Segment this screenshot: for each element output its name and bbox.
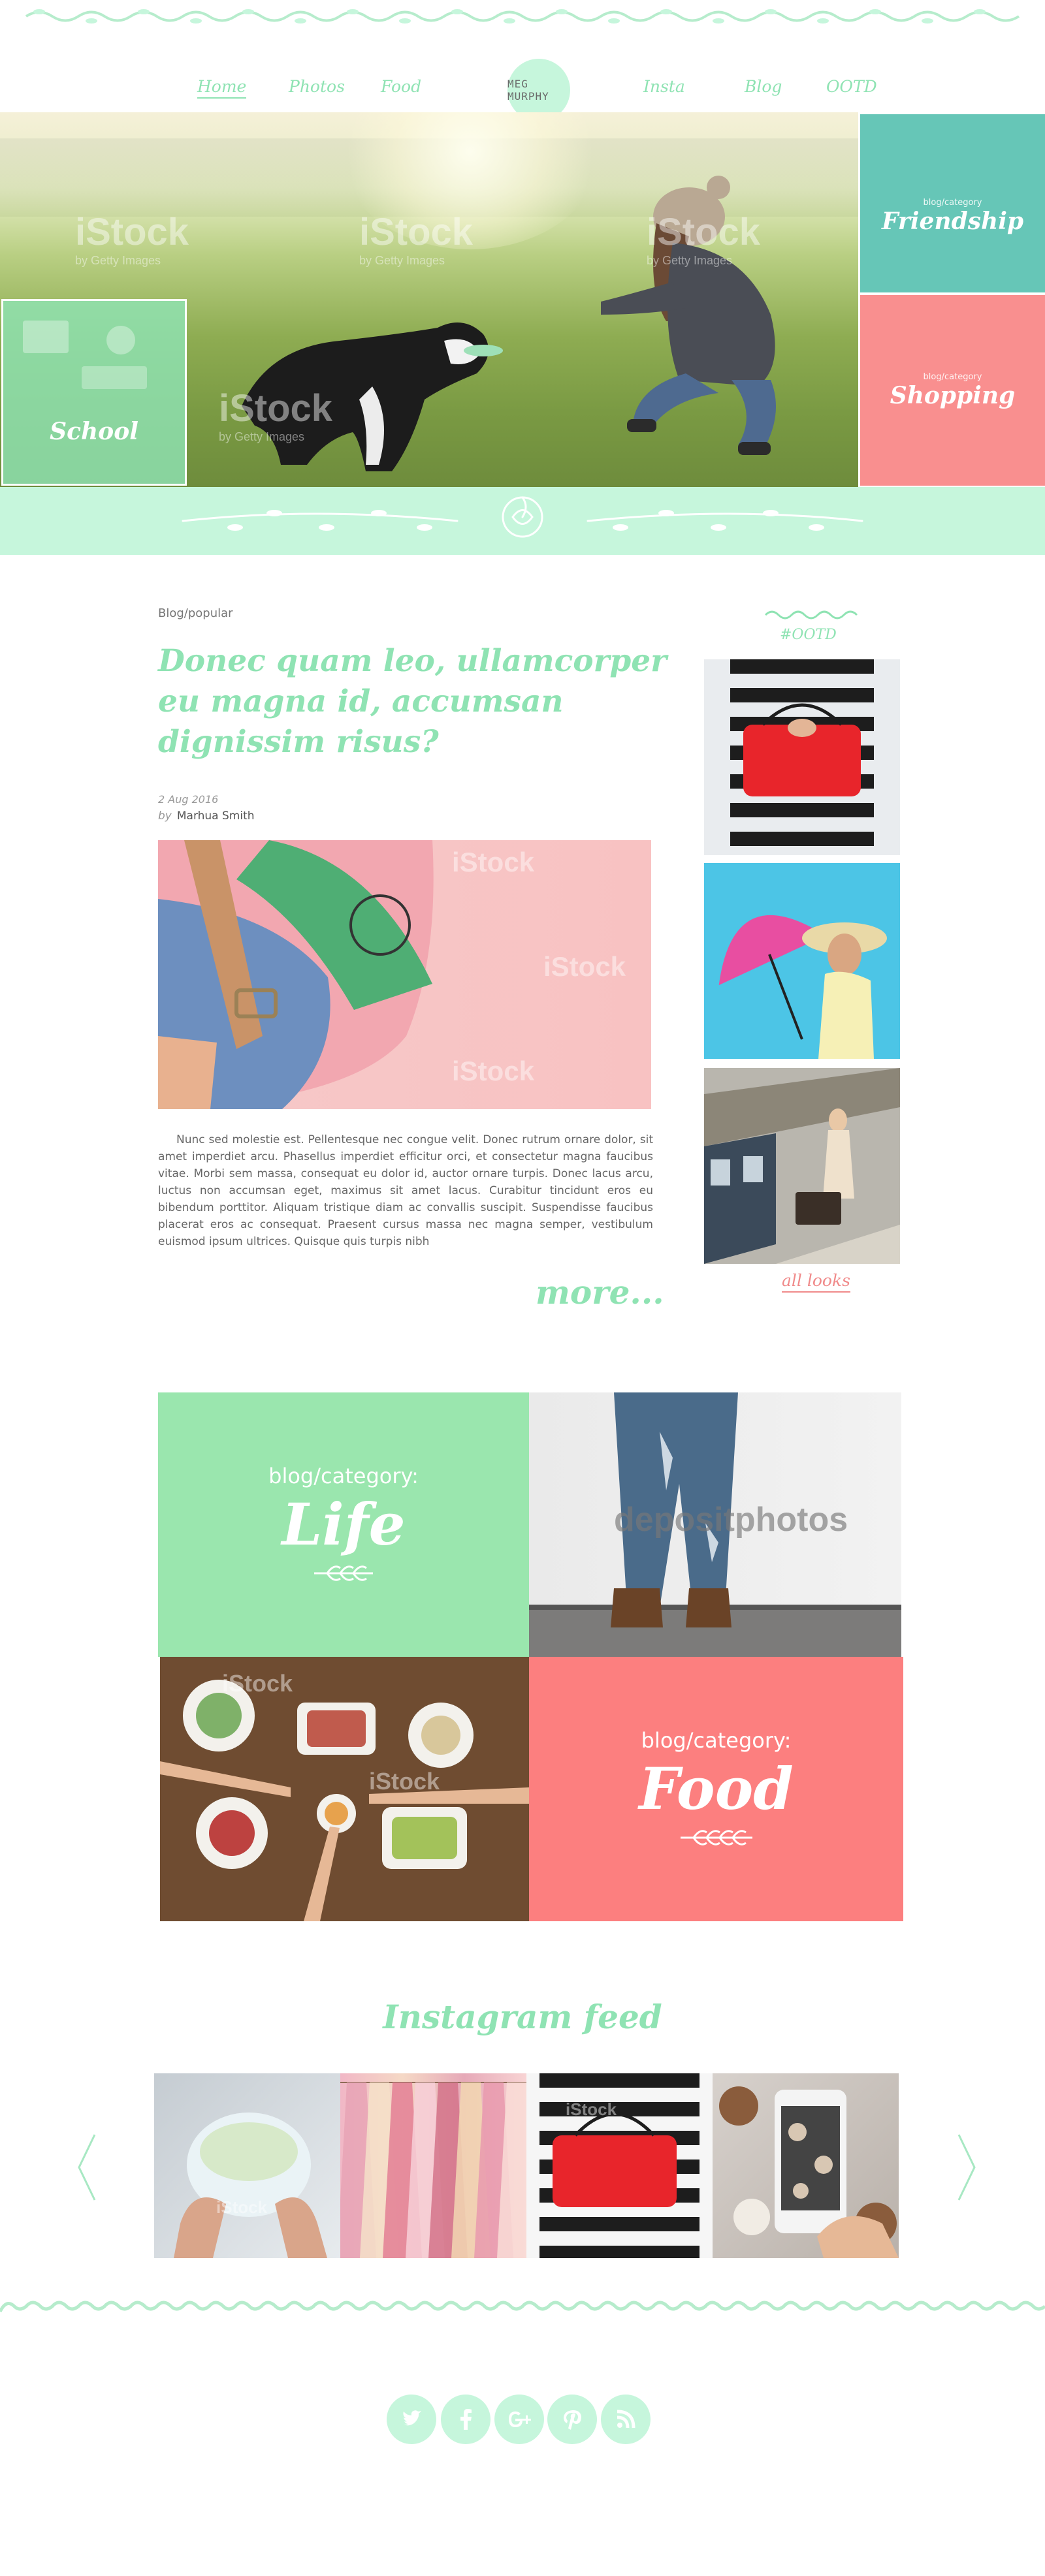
ootd-look-3[interactable]	[704, 1068, 900, 1264]
tile-friendship[interactable]: blog/category Friendship	[860, 114, 1045, 292]
article-image[interactable]: iStock iStock iStock	[158, 840, 651, 1109]
table-watermark-1: iStock	[222, 1670, 293, 1697]
tile-friendship-category: blog/category	[923, 198, 982, 208]
instagram-photo-2[interactable]	[340, 2073, 526, 2258]
tile-shopping[interactable]: blog/category Shopping	[860, 295, 1045, 486]
instagram-title: Instagram feed	[383, 1998, 662, 2036]
top-vine-border	[25, 9, 1020, 24]
striped-dress-illustration	[704, 659, 900, 855]
tile-school-title: School	[50, 418, 138, 445]
category-food-label: blog/category:	[641, 1727, 792, 1753]
category-food-title: Food	[639, 1754, 794, 1823]
article-date: 2 Aug 2016	[158, 793, 219, 806]
instagram-photo-1[interactable]: iStock	[154, 2073, 340, 2258]
hero-section: iStock by Getty Images iStock by Getty Ima…	[0, 112, 1045, 487]
hero-watermark-2: iStock by Getty Images	[359, 211, 474, 267]
pinterest-icon[interactable]	[547, 2395, 597, 2444]
insta-watermark-1: iStock	[216, 2197, 268, 2217]
ootd-label: #OOTD	[780, 627, 837, 643]
bottom-wave-border	[0, 2301, 1045, 2313]
article-title[interactable]: Donec quam leo, ullamcorper eu magna id,…	[158, 641, 667, 762]
category-food[interactable]: blog/category: Food	[529, 1657, 903, 1921]
leaf-ornament-icon	[314, 1565, 373, 1581]
article-watermark-1: iStock	[452, 847, 535, 877]
all-looks-link[interactable]: all looks	[782, 1271, 850, 1293]
instagram-photo-3[interactable]: iStock	[526, 2073, 713, 2258]
hero-watermark-3: iStock by Getty Images	[647, 211, 761, 267]
table-watermark-2: iStock	[369, 1768, 440, 1795]
read-more-link[interactable]: more...	[536, 1273, 664, 1312]
byline-prefix: by	[158, 809, 172, 823]
logo-text: MEG MURPHY	[507, 78, 549, 102]
twitter-icon[interactable]	[387, 2395, 436, 2444]
rss-icon[interactable]	[601, 2395, 651, 2444]
floral-ornament	[182, 496, 863, 538]
tile-shopping-category: blog/category	[923, 371, 982, 382]
category-life[interactable]: blog/category: Life	[158, 1392, 529, 1657]
tea-cup-illustration	[174, 2113, 327, 2258]
phone-coffee-illustration	[719, 2086, 899, 2258]
tile-shopping-title: Shopping	[890, 381, 1016, 409]
google-plus-icon[interactable]	[494, 2395, 544, 2444]
nav-food[interactable]: Food	[381, 77, 421, 96]
leaf-ornament-icon	[680, 1829, 752, 1846]
facebook-icon[interactable]	[441, 2395, 490, 2444]
article-body: Nunc sed molestie est. Pellentesque nec …	[158, 1133, 653, 1248]
category-jeans-photo[interactable]: depositphotos	[529, 1392, 901, 1657]
category-life-title: Life	[281, 1490, 406, 1558]
article-byline: by Marhua Smith	[158, 809, 255, 823]
red-bag-illustration	[526, 2073, 713, 2258]
dog-illustration	[242, 322, 503, 471]
train-station-illustration	[704, 1068, 900, 1264]
article-author[interactable]: Marhua Smith	[177, 809, 255, 823]
school-desk-illustration	[23, 321, 147, 389]
pink-umbrella-illustration	[704, 863, 900, 1059]
carousel-prev-icon[interactable]	[75, 2131, 99, 2203]
instagram-photo-4[interactable]	[713, 2073, 899, 2258]
category-table-photo[interactable]: iStock iStock	[160, 1657, 529, 1921]
article-watermark-2: iStock	[543, 951, 626, 982]
carousel-next-icon[interactable]	[955, 2131, 978, 2203]
floral-band	[0, 487, 1045, 555]
jeans-watermark: depositphotos	[614, 1501, 848, 1539]
nav-photos[interactable]: Photos	[289, 77, 345, 96]
category-life-label: blog/category:	[268, 1463, 419, 1488]
ootd-look-1[interactable]	[704, 659, 900, 855]
nav-ootd[interactable]: OOTD	[826, 77, 877, 96]
dress-rack-illustration	[340, 2082, 526, 2258]
nav-insta[interactable]: Insta	[643, 77, 685, 96]
breadcrumb[interactable]: Blog/popular	[158, 606, 233, 620]
nav-home[interactable]: Home	[197, 77, 247, 99]
insta-watermark-3: iStock	[566, 2099, 617, 2119]
article-watermark-3: iStock	[452, 1056, 535, 1086]
ootd-wave-ornament	[764, 610, 858, 620]
nav-blog[interactable]: Blog	[745, 77, 782, 96]
tile-school[interactable]: School	[1, 299, 187, 486]
tile-friendship-title: Friendship	[881, 208, 1024, 235]
dinner-table-illustration	[160, 1657, 529, 1921]
ootd-look-2[interactable]	[704, 863, 900, 1059]
hero-watermark-1: iStock by Getty Images	[75, 211, 189, 267]
hero-watermark-4: iStock by Getty Images	[219, 387, 333, 443]
